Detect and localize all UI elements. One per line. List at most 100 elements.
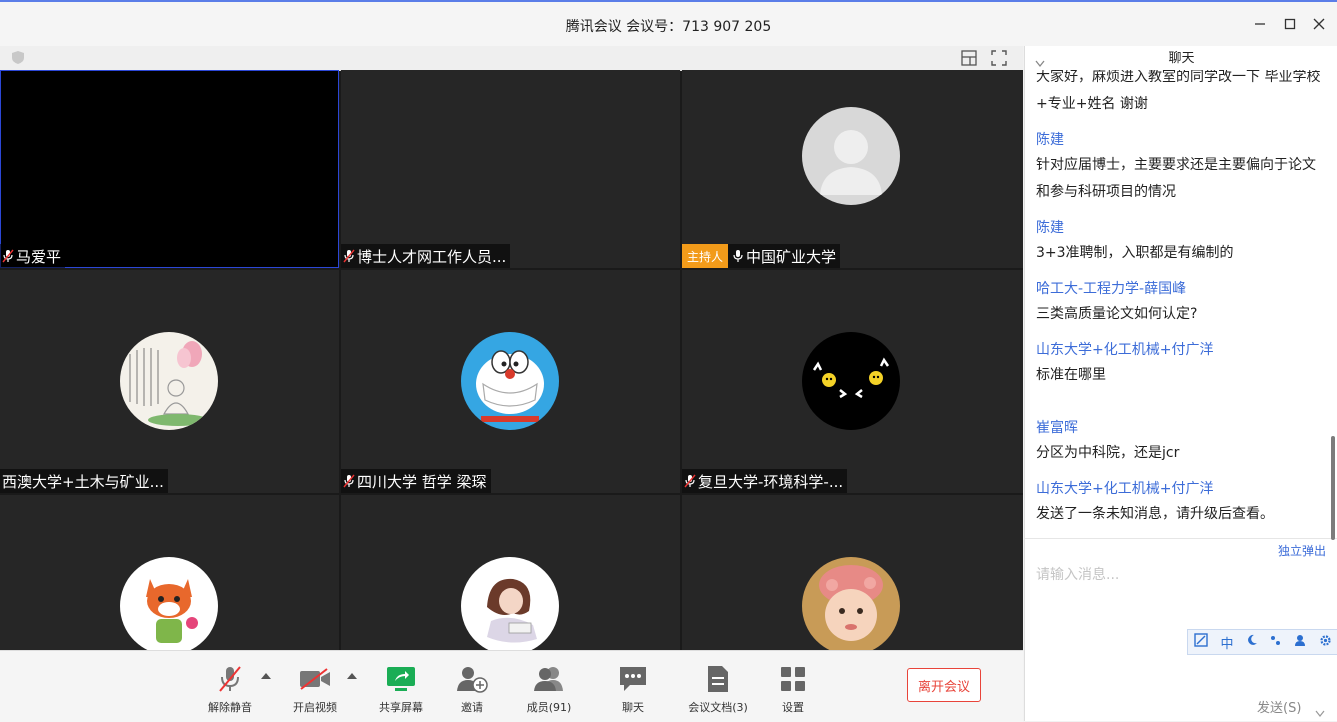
members-label: 成员(91) [526, 701, 572, 714]
settings-button[interactable]: 设置 [758, 665, 828, 715]
leave-meeting-button[interactable]: 离开会议 [907, 668, 981, 702]
participant-tile[interactable] [0, 495, 339, 650]
participant-namebar: 马爱平 [0, 244, 66, 268]
chat-message-text: 大家好，麻烦进入教室的同学改一下 毕业学校+专业+姓名 谢谢 [1036, 70, 1321, 112]
participant-tile[interactable]: 马爱平 [0, 70, 339, 268]
lotus-drawing-avatar [120, 332, 218, 430]
chat-message-list: 大家好，麻烦进入教室的同学改一下 毕业学校+专业+姓名 谢谢 陈建 针对应届博士… [1025, 70, 1330, 538]
settings-label: 设置 [782, 701, 804, 714]
chat-message-text: 3+3准聘制，入职都是有编制的 [1036, 245, 1234, 261]
meeting-docs-button[interactable]: 会议文档(3) [683, 665, 753, 715]
participant-tile[interactable]: 博士人才网工作人员... [341, 70, 680, 268]
participant-tile[interactable]: 主持人 中国矿业大学 [682, 70, 1023, 268]
chat-panel: 聊天 大家好，麻烦进入教室的同学改一下 毕业学校+专业+姓名 谢谢 陈建 针对应… [1024, 46, 1337, 721]
participant-name: 复旦大学-环境科学-... [698, 472, 844, 491]
ime-mode-toggle[interactable]: 中 [1220, 633, 1233, 652]
baby-photo-avatar [802, 557, 900, 650]
add-user-icon [455, 665, 489, 693]
chat-sender[interactable]: 山东大学+化工机械+付广洋 [1036, 341, 1326, 359]
participant-tile[interactable]: 复旦大学-环境科学-... [682, 270, 1023, 493]
chat-message-text: 标准在哪里 [1036, 367, 1106, 383]
settings-grid-icon [776, 665, 810, 693]
girl-drawing-avatar [461, 557, 559, 650]
participant-tile[interactable] [682, 495, 1023, 650]
minimize-icon[interactable] [1246, 12, 1274, 36]
video-toolbar [0, 46, 1023, 71]
mic-muted-icon [343, 474, 355, 488]
participant-name: 西澳大学+土木与矿业... [2, 472, 164, 491]
participant-tile[interactable]: 四川大学 哲学 梁琛 [341, 270, 680, 493]
send-button[interactable]: 发送(S) [1257, 697, 1301, 716]
send-options-chevron-icon[interactable] [1315, 703, 1325, 722]
invite-button[interactable]: 邀请 [437, 665, 507, 715]
layout-icon[interactable] [961, 50, 977, 70]
ime-logo-icon[interactable] [1194, 633, 1208, 651]
host-badge: 主持人 [682, 244, 729, 268]
chat-label: 聊天 [622, 701, 644, 714]
video-grid: 马爱平 博士人才网工作人员... 主持人 中国矿业大学 西澳大学+土木与矿业..… [0, 70, 1023, 650]
chat-message-text: 针对应届博士，主要要求还是主要偏向于论文和参与科研项目的情况 [1036, 157, 1316, 200]
chat-title: 聊天 [1168, 51, 1195, 66]
participant-namebar: 主持人 中国矿业大学 [682, 244, 841, 268]
gear-icon[interactable] [1319, 634, 1332, 651]
participant-name: 博士人才网工作人员... [357, 247, 507, 266]
chat-button[interactable]: 聊天 [598, 665, 668, 715]
start-video-button[interactable]: 开启视频 [280, 665, 350, 715]
mic-icon [733, 250, 743, 262]
meeting-docs-label: 会议文档(3) [688, 701, 748, 714]
default-person-avatar [802, 107, 900, 205]
chat-message-text: 三类高质量论文如何认定? [1036, 306, 1198, 322]
moon-icon[interactable] [1246, 634, 1258, 650]
window-title: 腾讯会议 会议号：713 907 205 [565, 19, 772, 35]
invite-label: 邀请 [461, 701, 483, 714]
chat-scrollbar[interactable] [1331, 436, 1335, 540]
members-button[interactable]: 成员(91) [514, 665, 584, 715]
close-icon[interactable] [1305, 12, 1333, 36]
chat-sender[interactable]: 陈建 [1036, 131, 1326, 149]
participant-namebar: 复旦大学-环境科学-... [682, 469, 848, 493]
unmute-label: 解除静音 [208, 701, 252, 714]
share-screen-button[interactable]: 共享屏幕 [366, 665, 436, 715]
chat-sender[interactable]: 崔富晖 [1036, 419, 1326, 437]
participant-tile[interactable]: 西澳大学+土木与矿业... [0, 270, 339, 493]
participant-name: 马爱平 [16, 247, 62, 266]
chat-sender[interactable]: 陈建 [1036, 219, 1326, 237]
smiley-hands-avatar [802, 332, 900, 430]
user-icon[interactable] [1294, 634, 1306, 650]
doraemon-avatar [461, 332, 559, 430]
participant-namebar: 西澳大学+土木与矿业... [0, 469, 168, 493]
camera-off-icon [298, 665, 332, 693]
share-screen-label: 共享屏幕 [379, 701, 423, 714]
participant-namebar: 博士人才网工作人员... [341, 244, 511, 268]
unmute-button[interactable]: 解除静音 [195, 665, 265, 715]
participant-tile[interactable] [341, 495, 680, 650]
members-icon [532, 665, 566, 693]
mic-muted-icon [2, 249, 14, 263]
video-options-caret[interactable] [347, 673, 357, 679]
participant-name: 中国矿业大学 [746, 247, 837, 266]
video-pane: 马爱平 博士人才网工作人员... 主持人 中国矿业大学 西澳大学+土木与矿业..… [0, 46, 1023, 650]
participant-namebar: 四川大学 哲学 梁琛 [341, 469, 491, 493]
document-icon [701, 665, 735, 693]
chat-message-text: 发送了一条未知消息，请升级后查看。 [1036, 506, 1274, 522]
fullscreen-icon[interactable] [991, 50, 1007, 70]
chat-bubble-icon [616, 665, 650, 693]
mic-muted-icon [213, 665, 247, 693]
punctuation-icon[interactable] [1270, 634, 1282, 650]
title-bar: 腾讯会议 会议号：713 907 205 [0, 0, 1337, 46]
meeting-toolbar: 解除静音 开启视频 共享屏幕 邀请 成员(91) 聊天 会议文档(3) 设置 离… [0, 650, 1023, 722]
ime-toolbar: 中 [1187, 629, 1337, 655]
shield-icon[interactable] [11, 50, 25, 69]
chat-input[interactable]: 请输入消息... [1036, 564, 1119, 584]
audio-options-caret[interactable] [261, 673, 271, 679]
mic-muted-icon [343, 249, 355, 263]
share-screen-icon [384, 665, 418, 693]
chat-message-text: 分区为中科院，还是jcr [1036, 445, 1180, 461]
start-video-label: 开启视频 [293, 701, 337, 714]
participant-name: 四川大学 哲学 梁琛 [357, 472, 487, 491]
popout-link[interactable]: 独立弹出 [1278, 542, 1326, 559]
chat-divider [1025, 538, 1337, 539]
chat-sender[interactable]: 山东大学+化工机械+付广洋 [1036, 480, 1326, 498]
chat-sender[interactable]: 哈工大-工程力学-薛国峰 [1036, 280, 1326, 298]
maximize-icon[interactable] [1276, 12, 1304, 36]
